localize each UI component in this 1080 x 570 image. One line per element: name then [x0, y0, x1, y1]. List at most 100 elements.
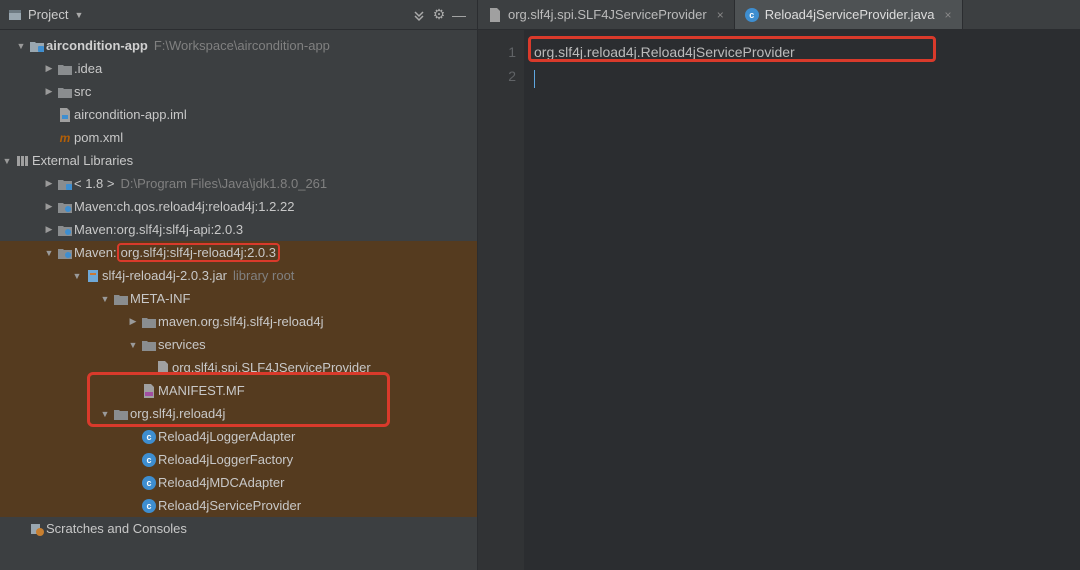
tree-file-pom[interactable]: m pom.xml [0, 126, 477, 149]
sidebar-title: Project [28, 7, 68, 22]
text-caret [534, 70, 535, 88]
chevron-right-icon: ▶ [42, 178, 56, 189]
tree-maven-0[interactable]: ▶ Maven: ch.qos.reload4j:reload4j:1.2.22 [0, 195, 477, 218]
tree-label: .idea [74, 61, 102, 76]
tree-maven-2[interactable]: ▼ Maven: org.slf4j:slf4j-reload4j:2.0.3 [0, 241, 477, 264]
line-gutter: 1 2 [478, 30, 524, 570]
chevron-down-icon: ▼ [42, 248, 56, 258]
maven-icon: m [56, 131, 74, 145]
tree-label: org.slf4j:slf4j-reload4j:2.0.3 [121, 245, 276, 260]
tree-maven-1[interactable]: ▶ Maven: org.slf4j:slf4j-api:2.0.3 [0, 218, 477, 241]
tree-label-prefix: Maven: [74, 199, 117, 214]
tree-class-1[interactable]: c Reload4jLoggerFactory [0, 448, 477, 471]
tree-label: Scratches and Consoles [46, 521, 187, 536]
tree-label: org.slf4j:slf4j-api:2.0.3 [117, 222, 243, 237]
tree-class-2[interactable]: c Reload4jMDCAdapter [0, 471, 477, 494]
tree-services[interactable]: ▼ services [0, 333, 477, 356]
libraries-icon [14, 154, 32, 168]
tab-reload4j-provider[interactable]: c Reload4jServiceProvider.java × [735, 0, 963, 29]
tree-label: services [158, 337, 206, 352]
tree-jdk[interactable]: ▶ < 1.8 > D:\Program Files\Java\jdk1.8.0… [0, 172, 477, 195]
minimize-icon[interactable]: — [449, 5, 469, 25]
tree-path: D:\Program Files\Java\jdk1.8.0_261 [120, 176, 327, 191]
project-folder-icon [28, 40, 46, 52]
tree-label: org.slf4j.spi.SLF4JServiceProvider [172, 360, 371, 375]
class-icon: c [140, 430, 158, 444]
tree-manifest[interactable]: MANIFEST.MF [0, 379, 477, 402]
tree-maven-meta[interactable]: ▶ maven.org.slf4j.slf4j-reload4j [0, 310, 477, 333]
tree-class-0[interactable]: c Reload4jLoggerAdapter [0, 425, 477, 448]
package-icon [112, 408, 130, 420]
tree-path: F:\Workspace\aircondition-app [154, 38, 330, 53]
tree-file-iml[interactable]: aircondition-app.iml [0, 103, 477, 126]
folder-icon [140, 316, 158, 328]
library-icon [56, 247, 74, 259]
tree-scratches[interactable]: Scratches and Consoles [0, 517, 477, 540]
tree-label: External Libraries [32, 153, 133, 168]
code-content[interactable]: org.slf4j.reload4j.Reload4jServiceProvid… [524, 30, 1080, 570]
tree-label: pom.xml [74, 130, 123, 145]
select-opened-file-icon[interactable] [409, 5, 429, 25]
chevron-right-icon: ▶ [126, 316, 140, 327]
chevron-down-icon: ▼ [98, 294, 112, 304]
chevron-down-icon: ▼ [126, 340, 140, 350]
tree-label: org.slf4j.reload4j [130, 406, 225, 421]
tree-label: Reload4jMDCAdapter [158, 475, 284, 490]
tree-folder-idea[interactable]: ▶ .idea [0, 57, 477, 80]
chevron-right-icon: ▶ [42, 63, 56, 74]
chevron-down-icon: ▼ [70, 271, 84, 281]
highlight-box [528, 36, 936, 62]
chevron-right-icon: ▶ [42, 86, 56, 97]
tree-label: slf4j-reload4j-2.0.3.jar [102, 268, 227, 283]
gear-icon[interactable]: ⚙ [429, 5, 449, 25]
tree-label: aircondition-app [46, 38, 148, 53]
close-icon[interactable]: × [945, 8, 952, 22]
editor-area: org.slf4j.spi.SLF4JServiceProvider × c R… [478, 0, 1080, 570]
tree-folder-src[interactable]: ▶ src [0, 80, 477, 103]
chevron-down-icon: ▼ [74, 10, 83, 20]
tree-label-prefix: Maven: [74, 245, 117, 260]
tab-label: org.slf4j.spi.SLF4JServiceProvider [508, 7, 707, 22]
code-editor[interactable]: 1 2 org.slf4j.reload4j.Reload4jServicePr… [478, 30, 1080, 570]
chevron-down-icon: ▼ [0, 156, 14, 166]
tree-pkg[interactable]: ▼ org.slf4j.reload4j [0, 402, 477, 425]
tree-label: MANIFEST.MF [158, 383, 245, 398]
project-view-selector[interactable]: Project ▼ [8, 7, 83, 22]
chevron-down-icon: ▼ [98, 409, 112, 419]
tree-label: Reload4jLoggerAdapter [158, 429, 295, 444]
class-icon: c [140, 453, 158, 467]
class-icon: c [140, 499, 158, 513]
tree-jar[interactable]: ▼ slf4j-reload4j-2.0.3.jar library root [0, 264, 477, 287]
tree-external-libraries[interactable]: ▼ External Libraries [0, 149, 477, 172]
tree-spi-file[interactable]: org.slf4j.spi.SLF4JServiceProvider [0, 356, 477, 379]
text-file-icon [154, 361, 172, 375]
tree-class-3[interactable]: c Reload4jServiceProvider [0, 494, 477, 517]
highlight-box: org.slf4j:slf4j-reload4j:2.0.3 [117, 243, 280, 262]
close-icon[interactable]: × [717, 8, 724, 22]
tree-root-project[interactable]: ▼ aircondition-app F:\Workspace\aircondi… [0, 34, 477, 57]
tree-label: < 1.8 > [74, 176, 114, 191]
project-tree: ▼ aircondition-app F:\Workspace\aircondi… [0, 30, 477, 540]
chevron-down-icon: ▼ [14, 41, 28, 51]
tree-metainf[interactable]: ▼ META-INF [0, 287, 477, 310]
library-icon [56, 224, 74, 236]
sidebar-header: Project ▼ ⚙ — [0, 0, 477, 30]
tree-note: library root [233, 268, 294, 283]
tree-label: ch.qos.reload4j:reload4j:1.2.22 [117, 199, 295, 214]
tab-label: Reload4jServiceProvider.java [765, 7, 935, 22]
library-icon [56, 201, 74, 213]
tree-label: META-INF [130, 291, 190, 306]
manifest-icon [140, 384, 158, 398]
jdk-icon [56, 178, 74, 190]
folder-icon [56, 63, 74, 75]
line-number: 2 [478, 64, 516, 88]
scratches-icon [28, 522, 46, 536]
iml-file-icon [56, 108, 74, 122]
project-icon [8, 8, 22, 22]
folder-icon [140, 339, 158, 351]
tree-label: maven.org.slf4j.slf4j-reload4j [158, 314, 323, 329]
editor-tabs: org.slf4j.spi.SLF4JServiceProvider × c R… [478, 0, 1080, 30]
tree-label: Reload4jServiceProvider [158, 498, 301, 513]
chevron-right-icon: ▶ [42, 224, 56, 235]
tab-spi-provider[interactable]: org.slf4j.spi.SLF4JServiceProvider × [478, 0, 735, 29]
